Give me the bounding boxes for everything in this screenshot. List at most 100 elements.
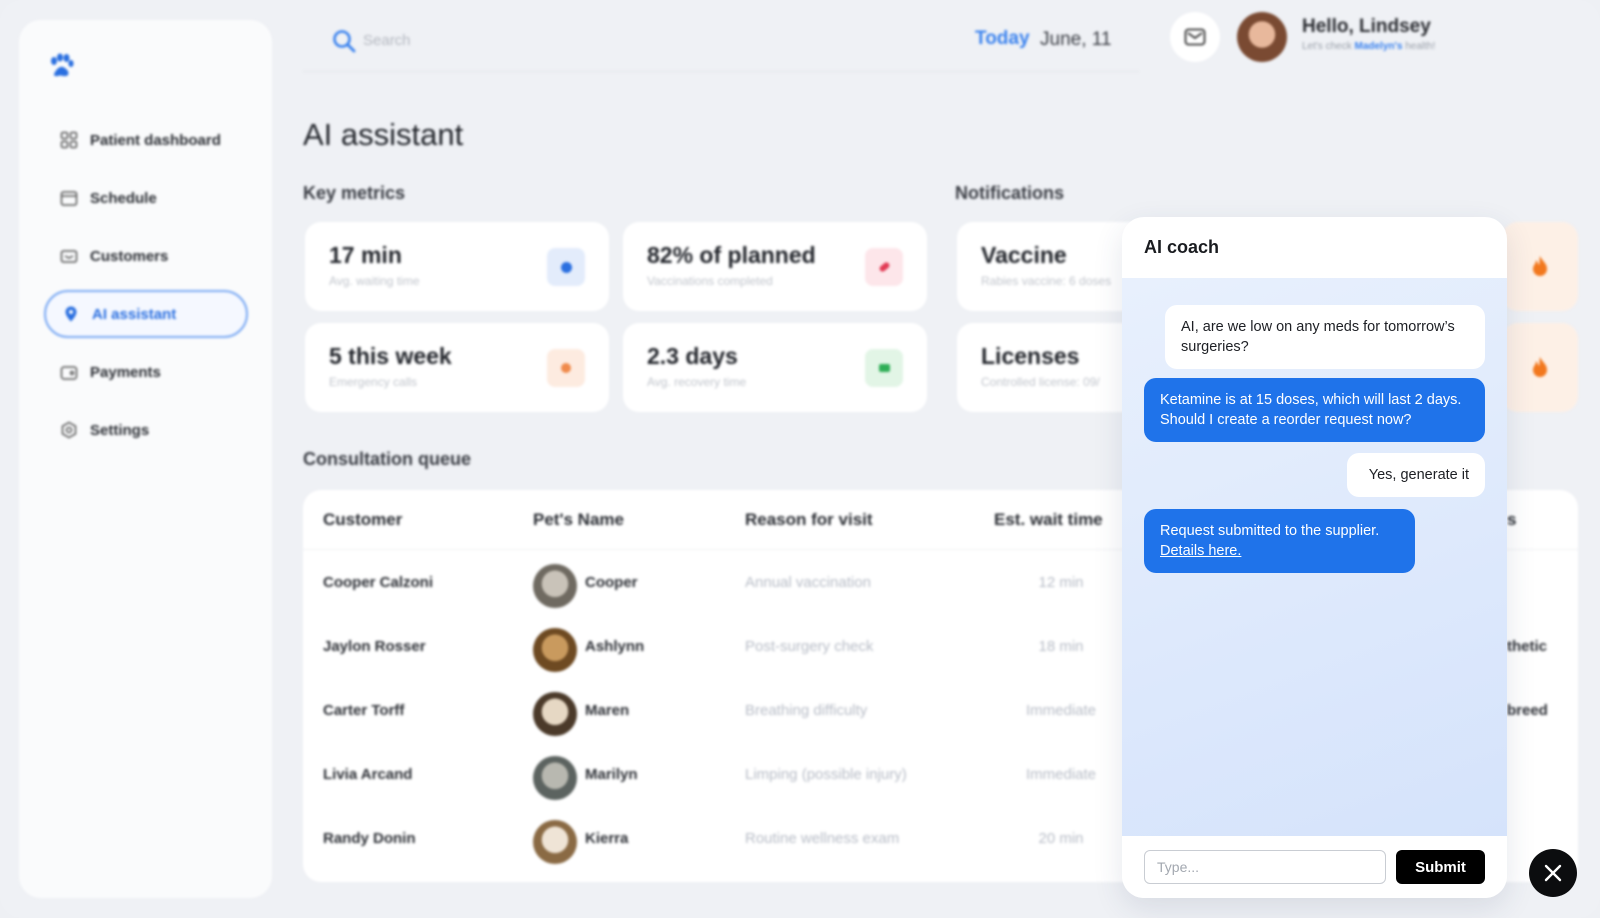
notification-detail: Rabies vaccine: 6 doses <box>981 274 1112 288</box>
sidebar-item-patient-dashboard[interactable]: Patient dashboard <box>44 116 248 164</box>
pet-name-highlight: Madelyn's <box>1354 41 1403 52</box>
notification-title: Licenses <box>981 343 1080 369</box>
sidebar-item-payments[interactable]: Payments <box>44 348 248 396</box>
pet-name: Marilyn <box>585 766 638 783</box>
customers-icon <box>60 247 78 265</box>
notification-title: Vaccine <box>981 242 1067 268</box>
mail-icon <box>1184 28 1206 46</box>
metric-label: Avg. waiting time <box>329 274 420 288</box>
partial-cell: thetic <box>1507 638 1548 655</box>
column-header-partial: s <box>1507 510 1517 529</box>
sidebar-item-label: AI assistant <box>92 305 177 323</box>
search-input[interactable]: Search <box>363 32 411 49</box>
paw-logo-icon <box>51 53 74 77</box>
chat-messages: AI, are we low on any meds for tomorrow’… <box>1122 278 1507 836</box>
metric-value: 2.3 days <box>647 343 738 369</box>
pet-name: Kierra <box>585 830 629 847</box>
chat-input[interactable] <box>1144 850 1386 884</box>
sidebar-nav: Patient dashboard Schedule Customers AI … <box>44 116 248 464</box>
partial-cell: breed <box>1507 702 1548 719</box>
today-label: Today <box>975 28 1030 49</box>
notification-alert[interactable] <box>1502 323 1578 412</box>
sidebar-item-label: Settings <box>90 421 150 439</box>
fire-icon <box>1533 356 1547 377</box>
ai-coach-title: AI coach <box>1144 237 1220 257</box>
greeting: Hello, Lindsey <box>1302 16 1431 37</box>
metric-value: 17 min <box>329 242 402 268</box>
notifications-heading: Notifications <box>955 183 1065 203</box>
visit-reason: Annual vaccination <box>745 574 871 591</box>
pet-avatar <box>533 564 577 608</box>
sidebar-item-label: Customers <box>90 247 169 265</box>
key-metrics-heading: Key metrics <box>303 183 406 203</box>
grid-icon <box>60 131 78 149</box>
notification-alert[interactable] <box>1502 222 1578 311</box>
metric-card[interactable]: 82% of planned Vaccinations completed <box>623 222 927 311</box>
gear-icon <box>60 421 78 439</box>
column-header-wait-time[interactable]: Est. wait time <box>994 510 1103 530</box>
sidebar-item-label: Patient dashboard <box>90 131 221 149</box>
submit-button[interactable]: Submit <box>1396 850 1485 884</box>
column-header-pet-name[interactable]: Pet's Name <box>533 510 624 530</box>
calendar-icon <box>60 189 78 207</box>
current-date: June, 11 <box>1040 29 1112 50</box>
wallet-icon <box>60 363 78 381</box>
close-chat-button[interactable] <box>1529 849 1577 897</box>
pet-name: Ashlynn <box>585 638 645 655</box>
chat-message-user: AI, are we low on any meds for tomorrow’… <box>1165 305 1485 369</box>
user-avatar[interactable] <box>1237 12 1287 62</box>
metric-label: Vaccinations completed <box>647 274 773 288</box>
customer-name: Livia Arcand <box>323 766 413 783</box>
sidebar-item-schedule[interactable]: Schedule <box>44 174 248 222</box>
customer-name: Jaylon Rosser <box>323 638 426 655</box>
visit-reason: Limping (possible injury) <box>745 766 907 783</box>
greeting-subtitle: Let's check Madelyn's health! <box>1302 41 1436 52</box>
page-title: AI assistant <box>303 117 464 152</box>
column-header-reason[interactable]: Reason for visit <box>745 510 873 530</box>
pet-avatar <box>533 692 577 736</box>
column-header-customer[interactable]: Customer <box>323 510 402 530</box>
bed-icon <box>865 349 903 387</box>
clock-icon <box>547 248 585 286</box>
visit-reason: Post-surgery check <box>745 638 874 655</box>
pin-icon <box>62 305 80 323</box>
chat-message-user: Yes, generate it <box>1347 453 1485 497</box>
pet-avatar <box>533 628 577 672</box>
consultation-queue-heading: Consultation queue <box>303 449 471 469</box>
visit-reason: Breathing difficulty <box>745 702 868 719</box>
metric-card[interactable]: 5 this week Emergency calls <box>305 323 609 412</box>
assistant-message-text: Request submitted to the supplier. <box>1160 523 1380 539</box>
pet-name: Cooper <box>585 574 638 591</box>
mail-button[interactable] <box>1170 12 1220 62</box>
wait-time: 18 min <box>1038 638 1084 655</box>
sidebar: Patient dashboard Schedule Customers AI … <box>19 20 272 898</box>
metric-card[interactable]: 17 min Avg. waiting time <box>305 222 609 311</box>
sidebar-item-ai-assistant[interactable]: AI assistant <box>44 290 248 338</box>
notification-detail: Controlled license: 09/ <box>981 375 1100 389</box>
sidebar-item-label: Payments <box>90 363 161 381</box>
sidebar-item-customers[interactable]: Customers <box>44 232 248 280</box>
wait-time: Immediate <box>1025 702 1097 719</box>
sidebar-item-label: Schedule <box>90 189 157 207</box>
chat-composer: Submit <box>1122 836 1507 898</box>
details-link[interactable]: Details here. <box>1160 543 1241 559</box>
fire-icon <box>1533 255 1547 276</box>
wait-time: Immediate <box>1025 766 1097 783</box>
customer-name: Randy Donin <box>323 830 416 847</box>
phone-icon <box>547 349 585 387</box>
app-frame: Patient dashboard Schedule Customers AI … <box>0 0 1600 918</box>
ai-coach-panel: AI coach AI, are we low on any meds for … <box>1122 217 1507 898</box>
metric-card[interactable]: 2.3 days Avg. recovery time <box>623 323 927 412</box>
topbar: Search Today June, 11 <box>303 20 1139 72</box>
chat-message-assistant: Request submitted to the supplier. Detai… <box>1144 509 1415 573</box>
search-icon[interactable] <box>331 28 357 54</box>
metric-value: 5 this week <box>329 343 452 369</box>
wait-time: 20 min <box>1038 830 1084 847</box>
customer-name: Carter Torff <box>323 702 405 719</box>
pet-name: Maren <box>585 702 630 719</box>
customer-name: Cooper Calzoni <box>323 574 434 591</box>
metric-label: Avg. recovery time <box>647 375 747 389</box>
syringe-icon <box>865 248 903 286</box>
sidebar-item-settings[interactable]: Settings <box>44 406 248 454</box>
close-icon <box>1544 864 1562 882</box>
